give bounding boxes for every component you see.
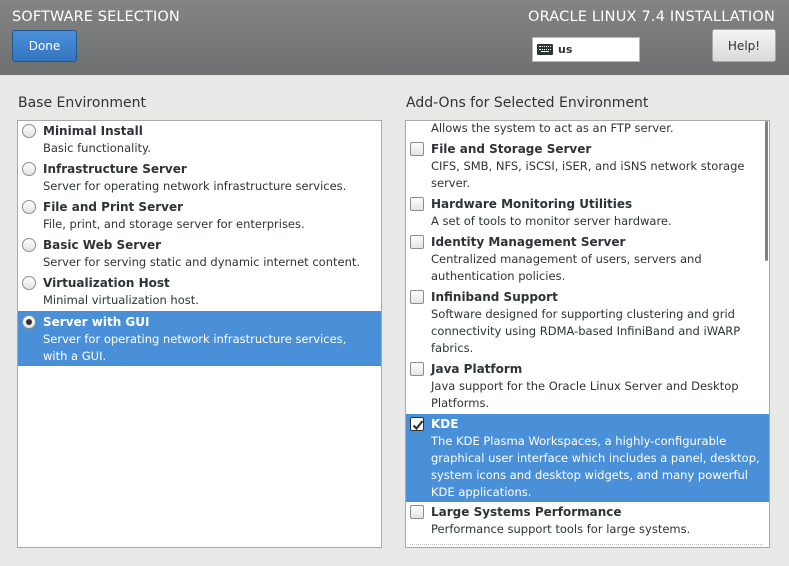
- env-option-minimal-install[interactable]: Minimal Install Basic functionality.: [18, 121, 381, 159]
- checkbox[interactable]: [410, 197, 424, 211]
- help-button[interactable]: Help!: [712, 29, 776, 62]
- radio-button[interactable]: [22, 124, 36, 138]
- checkbox[interactable]: [410, 505, 424, 519]
- checkbox[interactable]: [410, 142, 424, 156]
- addon-file-storage-server[interactable]: File and Storage Server CIFS, SMB, NFS, …: [406, 140, 769, 195]
- page-title: SOFTWARE SELECTION: [12, 9, 180, 25]
- addons-scrollbar[interactable]: [764, 121, 769, 547]
- env-option-infrastructure-server[interactable]: Infrastructure Server Server for operati…: [18, 159, 381, 197]
- checkbox[interactable]: [410, 362, 424, 376]
- keyboard-layout-label: us: [558, 43, 573, 56]
- addon-hardware-monitoring[interactable]: Hardware Monitoring Utilities A set of t…: [406, 195, 769, 233]
- checkbox[interactable]: [410, 290, 424, 304]
- keyboard-layout-indicator[interactable]: us: [532, 37, 640, 62]
- checkmark-icon: [412, 420, 424, 431]
- checkbox[interactable]: [410, 235, 424, 249]
- addons-heading: Add-Ons for Selected Environment: [406, 95, 649, 111]
- env-option-server-with-gui[interactable]: Server with GUI Server for operating net…: [18, 311, 381, 366]
- base-environment-heading: Base Environment: [18, 95, 146, 111]
- addon-java-platform[interactable]: Java Platform Java support for the Oracl…: [406, 360, 769, 415]
- env-option-file-print-server[interactable]: File and Print Server File, print, and s…: [18, 197, 381, 235]
- product-title: ORACLE LINUX 7.4 INSTALLATION: [527, 9, 775, 25]
- radio-button[interactable]: [22, 162, 36, 176]
- addon-kde[interactable]: KDE The KDE Plasma Workspaces, a highly-…: [406, 414, 769, 502]
- env-option-virtualization-host[interactable]: Virtualization Host Minimal virtualizati…: [18, 273, 381, 311]
- env-option-basic-web-server[interactable]: Basic Web Server Server for serving stat…: [18, 235, 381, 273]
- header-bar: SOFTWARE SELECTION ORACLE LINUX 7.4 INST…: [0, 0, 789, 75]
- addons-list[interactable]: Allows the system to act as an FTP serve…: [405, 120, 770, 548]
- keyboard-icon: [537, 44, 553, 55]
- list-continuation-divider: [410, 544, 763, 547]
- checkbox-checked[interactable]: [410, 417, 424, 431]
- radio-button[interactable]: [22, 200, 36, 214]
- addon-identity-management[interactable]: Identity Management Server Centralized m…: [406, 233, 769, 288]
- addon-large-systems-performance[interactable]: Large Systems Performance Performance su…: [406, 502, 769, 540]
- radio-button-selected[interactable]: [22, 315, 36, 329]
- radio-button[interactable]: [22, 238, 36, 252]
- addon-infiniband-support[interactable]: Infiniband Support Software designed for…: [406, 288, 769, 360]
- radio-button[interactable]: [22, 276, 36, 290]
- done-button[interactable]: Done: [12, 30, 77, 62]
- base-environment-list[interactable]: Minimal Install Basic functionality. Inf…: [17, 120, 382, 548]
- addon-partial-ftp-server: Allows the system to act as an FTP serve…: [431, 121, 674, 135]
- scrollbar-thumb[interactable]: [765, 121, 768, 261]
